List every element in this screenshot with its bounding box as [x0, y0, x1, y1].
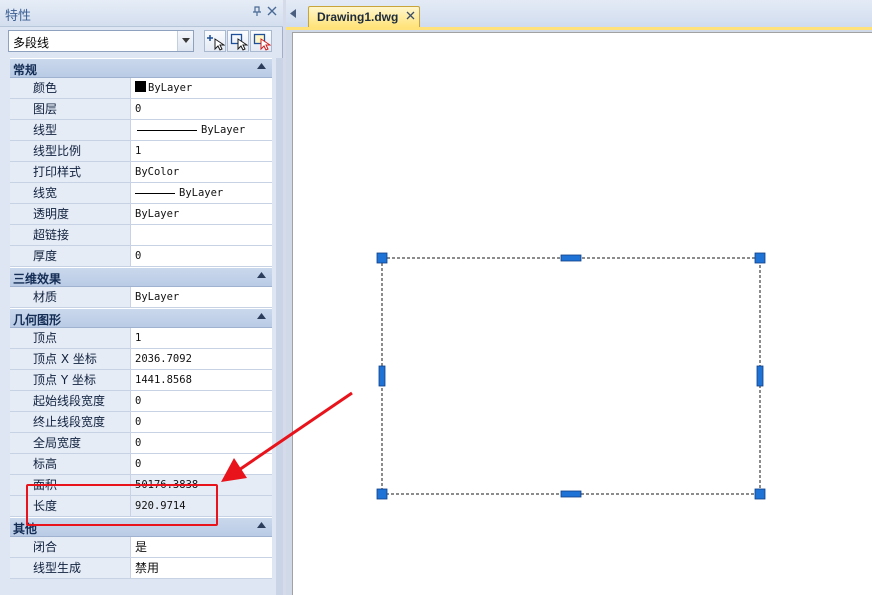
grip-mid-top[interactable]: [560, 254, 582, 262]
drawing-overlay: [221, 252, 766, 500]
annotation-arrow-head: [221, 458, 247, 482]
grip-mid-bottom[interactable]: [560, 490, 582, 498]
selected-polyline[interactable]: [381, 257, 761, 495]
annotation-arrow-line: [235, 391, 353, 474]
grip-corner-top-left[interactable]: [376, 252, 388, 264]
grip-mid-left[interactable]: [378, 365, 386, 387]
grip-corner-bottom-right[interactable]: [754, 488, 766, 500]
grip-corner-top-right[interactable]: [754, 252, 766, 264]
grip-mid-right[interactable]: [756, 365, 764, 387]
grip-corner-bottom-left[interactable]: [376, 488, 388, 500]
